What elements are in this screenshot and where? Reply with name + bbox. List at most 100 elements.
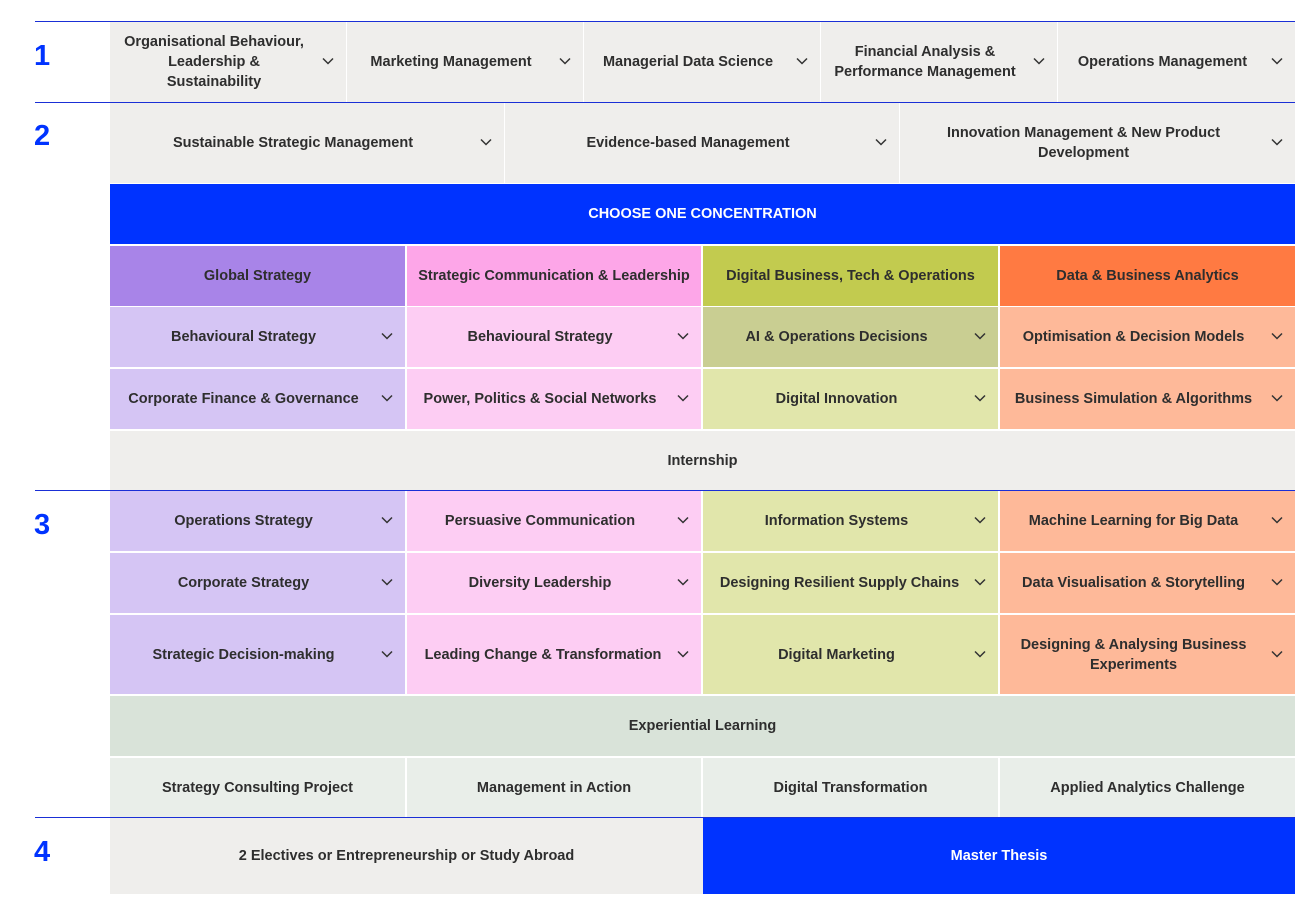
master-thesis-block: Master Thesis	[703, 818, 1295, 894]
chevron-down-icon[interactable]	[1271, 514, 1283, 526]
chevron-down-icon[interactable]	[1271, 330, 1283, 342]
choose-concentration-banner: CHOOSE ONE CONCENTRATION	[110, 184, 1295, 244]
chevron-down-icon[interactable]	[381, 392, 393, 404]
chevron-down-icon[interactable]	[1271, 576, 1283, 588]
course-label: Strategic Decision-making	[152, 646, 335, 663]
chevron-down-icon[interactable]	[381, 514, 393, 526]
course-corporate-finance-governance[interactable]: Corporate Finance & Governance	[110, 369, 405, 429]
concentration-global-strategy[interactable]: Global Strategy	[110, 246, 405, 306]
chevron-down-icon[interactable]	[677, 576, 689, 588]
course-marketing-management[interactable]: Marketing Management	[347, 22, 583, 102]
project-label: Strategy Consulting Project	[162, 779, 353, 796]
course-evidence-based-management[interactable]: Evidence-based Management	[505, 103, 899, 183]
course-business-simulation-algorithms[interactable]: Business Simulation & Algorithms	[1000, 369, 1295, 429]
chevron-down-icon[interactable]	[677, 392, 689, 404]
course-label: AI & Operations Decisions	[745, 329, 928, 345]
chevron-down-icon[interactable]	[1271, 55, 1283, 67]
chevron-down-icon[interactable]	[559, 55, 571, 67]
course-managerial-data-science[interactable]: Managerial Data Science	[584, 22, 820, 102]
course-label: Behavioural Strategy	[467, 329, 613, 345]
course-leading-change-transformation[interactable]: Leading Change & Transformation	[407, 615, 701, 694]
chevron-down-icon[interactable]	[1271, 648, 1283, 660]
course-label: Digital Innovation	[775, 391, 898, 407]
course-label: Corporate Finance & Governance	[128, 391, 359, 407]
chevron-down-icon[interactable]	[974, 330, 986, 342]
course-digital-innovation[interactable]: Digital Innovation	[703, 369, 998, 429]
thesis-label: Master Thesis	[950, 848, 1048, 864]
course-label: Digital Marketing	[778, 646, 895, 663]
chevron-down-icon[interactable]	[1033, 55, 1045, 67]
course-resilient-supply-chains[interactable]: Designing Resilient Supply Chains	[703, 553, 998, 613]
course-business-experiments[interactable]: Designing & Analysing Business Experimen…	[1000, 615, 1295, 694]
concentration-digital-business[interactable]: Digital Business, Tech & Operations	[703, 246, 998, 306]
curriculum-grid: 1 2 3 4 Organisational Behaviour, Leader…	[0, 0, 1308, 908]
course-label: Designing Resilient Supply Chains	[719, 575, 960, 591]
year-number-3: 3	[34, 509, 51, 541]
concentration-data-analytics[interactable]: Data & Business Analytics	[1000, 246, 1295, 306]
chevron-down-icon[interactable]	[381, 576, 393, 588]
course-corporate-strategy[interactable]: Corporate Strategy	[110, 553, 405, 613]
experiential-learning-banner: Experiential Learning	[110, 696, 1295, 756]
banner-label: CHOOSE ONE CONCENTRATION	[588, 206, 817, 222]
internship-block: Internship	[110, 431, 1295, 490]
chevron-down-icon[interactable]	[1271, 392, 1283, 404]
electives-block: 2 Electives or Entrepreneurship or Study…	[110, 818, 703, 894]
year-number-2: 2	[34, 120, 51, 152]
chevron-down-icon[interactable]	[974, 392, 986, 404]
course-label: Designing & Analysing Business Experimen…	[1020, 636, 1247, 673]
course-digital-marketing[interactable]: Digital Marketing	[703, 615, 998, 694]
chevron-down-icon[interactable]	[322, 55, 334, 67]
course-label: Leading Change & Transformation	[424, 646, 662, 663]
course-organisational-behaviour[interactable]: Organisational Behaviour, Leadership & S…	[110, 22, 346, 102]
course-label: Managerial Data Science	[602, 54, 774, 70]
course-label: Financial Analysis & Performance Managem…	[834, 44, 1016, 80]
year-number-4: 4	[34, 836, 51, 868]
project-strategy-consulting: Strategy Consulting Project	[110, 758, 405, 817]
course-machine-learning-big-data[interactable]: Machine Learning for Big Data	[1000, 491, 1295, 551]
course-operations-management[interactable]: Operations Management	[1058, 22, 1295, 102]
chevron-down-icon[interactable]	[974, 648, 986, 660]
concentration-label: Strategic Communication & Leadership	[418, 268, 690, 284]
chevron-down-icon[interactable]	[381, 648, 393, 660]
course-operations-strategy[interactable]: Operations Strategy	[110, 491, 405, 551]
course-ai-operations-decisions[interactable]: AI & Operations Decisions	[703, 307, 998, 367]
course-behavioural-strategy-communication[interactable]: Behavioural Strategy	[407, 307, 701, 367]
internship-label: Internship	[667, 452, 738, 469]
course-diversity-leadership[interactable]: Diversity Leadership	[407, 553, 701, 613]
experiential-label: Experiential Learning	[628, 718, 777, 734]
course-label: Evidence-based Management	[586, 135, 790, 151]
course-label: Marketing Management	[370, 54, 532, 70]
concentration-strategic-communication[interactable]: Strategic Communication & Leadership	[407, 246, 701, 306]
course-label: Information Systems	[764, 513, 909, 529]
electives-label: 2 Electives or Entrepreneurship or Study…	[238, 848, 575, 864]
course-label: Operations Strategy	[174, 513, 313, 529]
course-label: Organisational Behaviour, Leadership & S…	[124, 34, 304, 90]
chevron-down-icon[interactable]	[974, 514, 986, 526]
chevron-down-icon[interactable]	[796, 55, 808, 67]
course-optimisation-decision-models[interactable]: Optimisation & Decision Models	[1000, 307, 1295, 367]
course-strategic-decision-making[interactable]: Strategic Decision-making	[110, 615, 405, 694]
chevron-down-icon[interactable]	[974, 576, 986, 588]
course-label: Data Visualisation & Storytelling	[1022, 575, 1245, 591]
course-label: Optimisation & Decision Models	[1022, 329, 1245, 345]
course-label: Behavioural Strategy	[170, 329, 317, 345]
chevron-down-icon[interactable]	[1271, 136, 1283, 148]
project-label: Applied Analytics Challenge	[1050, 779, 1245, 796]
course-label: Power, Politics & Social Networks	[423, 391, 657, 407]
chevron-down-icon[interactable]	[875, 136, 887, 148]
course-sustainable-strategic-management[interactable]: Sustainable Strategic Management	[110, 103, 504, 183]
chevron-down-icon[interactable]	[677, 648, 689, 660]
course-persuasive-communication[interactable]: Persuasive Communication	[407, 491, 701, 551]
chevron-down-icon[interactable]	[381, 330, 393, 342]
course-label: Operations Management	[1077, 54, 1248, 70]
course-innovation-management[interactable]: Innovation Management & New Product Deve…	[900, 103, 1295, 183]
course-financial-analysis[interactable]: Financial Analysis & Performance Managem…	[821, 22, 1057, 102]
course-behavioural-strategy-global[interactable]: Behavioural Strategy	[110, 307, 405, 367]
course-label: Corporate Strategy	[177, 575, 310, 591]
chevron-down-icon[interactable]	[480, 136, 492, 148]
course-data-visualisation-storytelling[interactable]: Data Visualisation & Storytelling	[1000, 553, 1295, 613]
course-information-systems[interactable]: Information Systems	[703, 491, 998, 551]
chevron-down-icon[interactable]	[677, 514, 689, 526]
course-power-politics-networks[interactable]: Power, Politics & Social Networks	[407, 369, 701, 429]
chevron-down-icon[interactable]	[677, 330, 689, 342]
